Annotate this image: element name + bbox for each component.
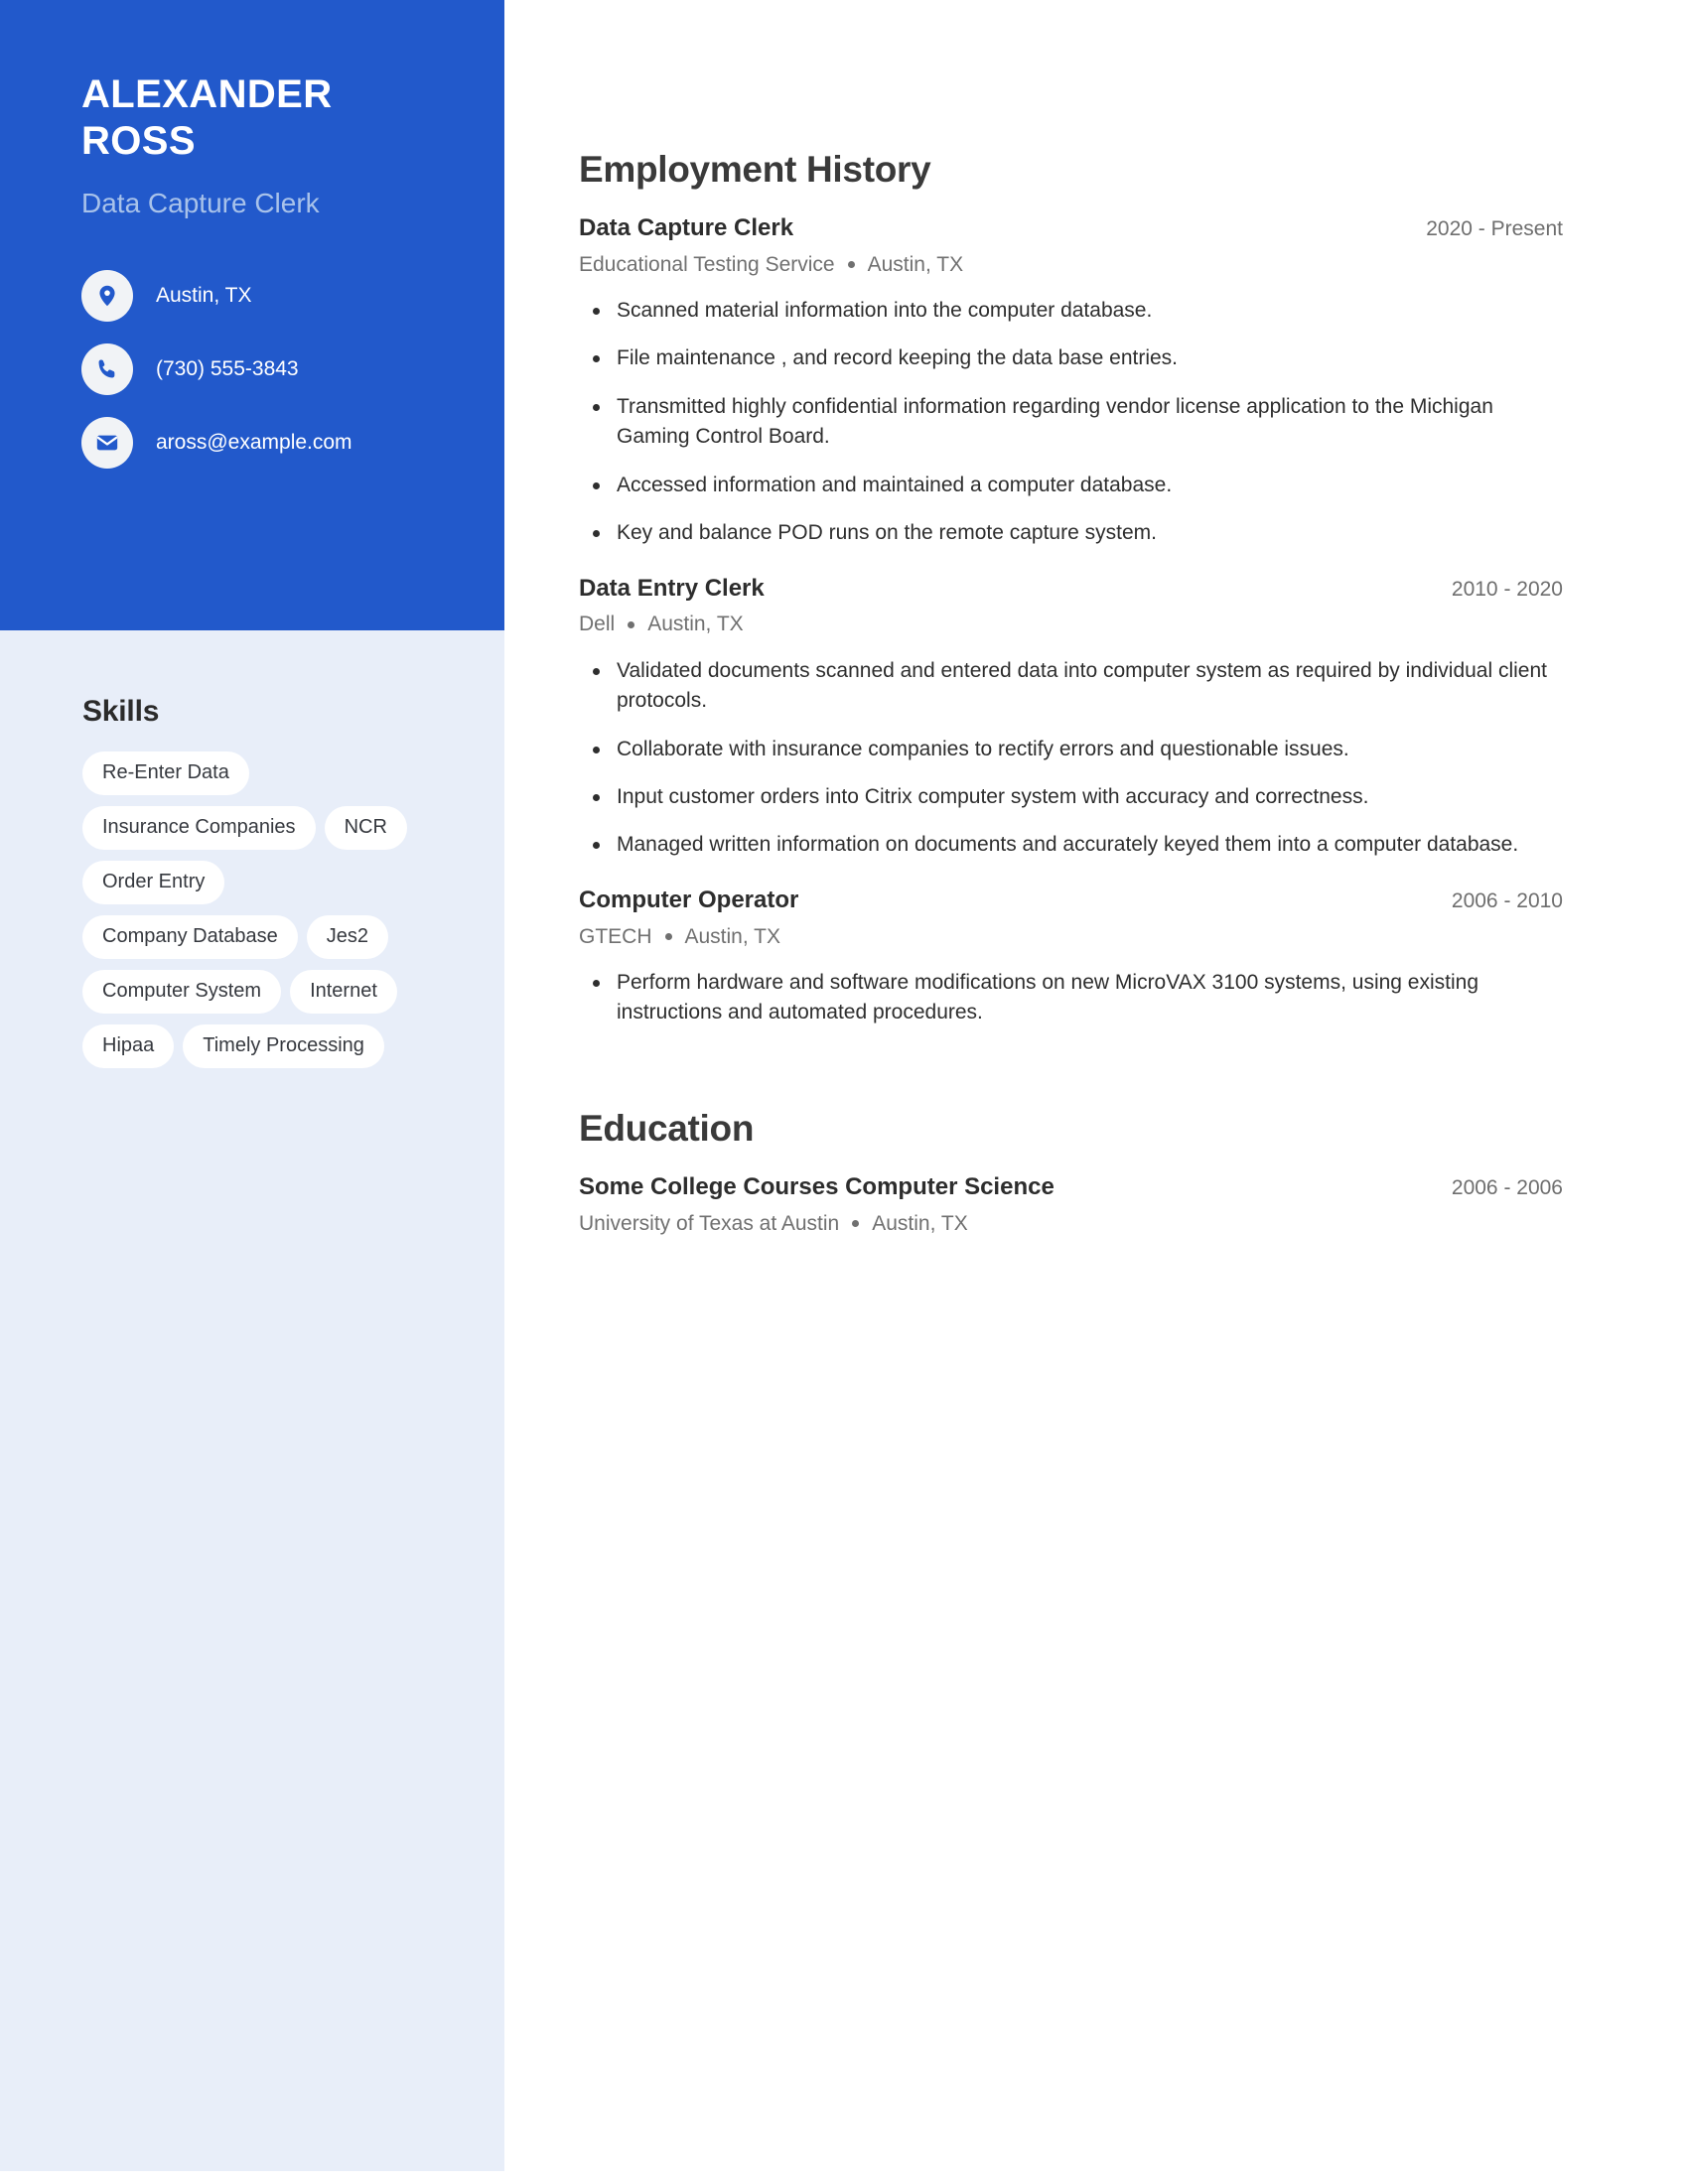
bullet-item: Collaborate with insurance companies to … bbox=[579, 735, 1563, 764]
entry-title: Data Entry Clerk bbox=[579, 574, 765, 602]
meta-separator-dot bbox=[847, 261, 855, 269]
contact-list: Austin, TX (730) 555-3843 aross@example.… bbox=[81, 269, 445, 469]
skills-section: Skills Re-Enter Data Insurance Companies… bbox=[0, 630, 504, 1068]
phone-icon bbox=[81, 342, 133, 395]
entry-title: Computer Operator bbox=[579, 886, 799, 913]
candidate-job-title: Data Capture Clerk bbox=[81, 188, 320, 219]
entry-bullet-list: Validated documents scanned and entered … bbox=[579, 656, 1563, 861]
skill-pill[interactable]: Re-Enter Data bbox=[82, 751, 249, 795]
contact-email-text: aross@example.com bbox=[156, 431, 352, 455]
entry-dates: 2010 - 2020 bbox=[1451, 577, 1563, 601]
sidebar-header: ALEXANDER ROSS Data Capture Clerk Austin… bbox=[0, 0, 504, 630]
meta-separator-dot bbox=[628, 621, 635, 629]
entry-meta: University of Texas at Austin Austin, TX bbox=[579, 1211, 1563, 1237]
bullet-item: Scanned material information into the co… bbox=[579, 296, 1563, 326]
education-section: Education Some College Courses Computer … bbox=[579, 1108, 1563, 1237]
skill-pill[interactable]: Insurance Companies bbox=[82, 806, 316, 850]
contact-item-phone[interactable]: (730) 555-3843 bbox=[81, 342, 445, 395]
contact-item-email[interactable]: aross@example.com bbox=[81, 416, 445, 469]
entry-header: Data Capture Clerk 2020 - Present bbox=[579, 214, 1563, 243]
main-content: Employment History Data Capture Clerk 20… bbox=[504, 0, 1688, 2184]
education-heading: Education bbox=[579, 1107, 755, 1149]
skill-pill[interactable]: Timely Processing bbox=[183, 1024, 384, 1068]
entry-school: University of Texas at Austin bbox=[579, 1211, 840, 1235]
skill-pill[interactable]: Internet bbox=[290, 970, 397, 1014]
bullet-item: Key and balance POD runs on the remote c… bbox=[579, 518, 1563, 548]
skills-pill-list: Re-Enter Data Insurance Companies NCR Or… bbox=[82, 751, 420, 1068]
skill-pill[interactable]: Jes2 bbox=[306, 915, 389, 959]
contact-phone-text: (730) 555-3843 bbox=[156, 357, 299, 381]
entry-location: Austin, TX bbox=[872, 1211, 968, 1235]
employment-entry: Computer Operator 2006 - 2010 GTECH Aust… bbox=[579, 887, 1563, 1028]
skill-pill[interactable]: Order Entry bbox=[82, 861, 225, 904]
entry-meta: GTECH Austin, TX bbox=[579, 924, 1563, 950]
bullet-item: Input customer orders into Citrix comput… bbox=[579, 782, 1563, 812]
meta-separator-dot bbox=[852, 1220, 860, 1228]
resume-page: ALEXANDER ROSS Data Capture Clerk Austin… bbox=[0, 0, 1688, 2184]
employment-history-heading: Employment History bbox=[579, 149, 931, 190]
entry-dates: 2006 - 2006 bbox=[1451, 1175, 1563, 1199]
education-entry: Some College Courses Computer Science 20… bbox=[579, 1173, 1563, 1237]
entry-location: Austin, TX bbox=[684, 924, 781, 948]
entry-header: Some College Courses Computer Science 20… bbox=[579, 1173, 1563, 1202]
skill-pill[interactable]: Company Database bbox=[82, 915, 298, 959]
entry-location: Austin, TX bbox=[647, 613, 744, 636]
entry-header: Data Entry Clerk 2010 - 2020 bbox=[579, 575, 1563, 604]
skill-pill[interactable]: Computer System bbox=[82, 970, 282, 1014]
employment-history-section: Employment History Data Capture Clerk 20… bbox=[579, 149, 1563, 1028]
bullet-item: Transmitted highly confidential informat… bbox=[579, 392, 1563, 453]
entry-meta: Dell Austin, TX bbox=[579, 612, 1563, 637]
entry-bullet-list: Scanned material information into the co… bbox=[579, 296, 1563, 549]
envelope-icon bbox=[81, 416, 133, 469]
entry-title: Data Capture Clerk bbox=[579, 214, 794, 241]
skill-pill[interactable]: Hipaa bbox=[82, 1024, 175, 1068]
entry-company: GTECH bbox=[579, 924, 652, 948]
contact-location-text: Austin, TX bbox=[156, 284, 252, 308]
entry-header: Computer Operator 2006 - 2010 bbox=[579, 887, 1563, 915]
entry-location: Austin, TX bbox=[867, 252, 964, 276]
candidate-name: ALEXANDER ROSS bbox=[81, 72, 333, 164]
employment-entry: Data Capture Clerk 2020 - Present Educat… bbox=[579, 214, 1563, 549]
entry-company: Educational Testing Service bbox=[579, 252, 835, 276]
sidebar: ALEXANDER ROSS Data Capture Clerk Austin… bbox=[0, 0, 504, 2171]
entry-bullet-list: Perform hardware and software modificati… bbox=[579, 968, 1563, 1028]
contact-item-location[interactable]: Austin, TX bbox=[81, 269, 445, 322]
entry-title: Some College Courses Computer Science bbox=[579, 1172, 1055, 1200]
meta-separator-dot bbox=[664, 933, 672, 941]
bullet-item: Perform hardware and software modificati… bbox=[579, 968, 1563, 1028]
entry-dates: 2006 - 2010 bbox=[1451, 888, 1563, 912]
skills-heading: Skills bbox=[82, 695, 160, 728]
bullet-item: Accessed information and maintained a co… bbox=[579, 471, 1563, 500]
entry-meta: Educational Testing Service Austin, TX bbox=[579, 252, 1563, 278]
entry-dates: 2020 - Present bbox=[1426, 217, 1563, 240]
location-pin-icon bbox=[81, 269, 133, 322]
bullet-item: Validated documents scanned and entered … bbox=[579, 656, 1563, 717]
skill-pill[interactable]: NCR bbox=[324, 806, 407, 850]
bullet-item: Managed written information on documents… bbox=[579, 830, 1563, 860]
entry-company: Dell bbox=[579, 613, 616, 636]
bullet-item: File maintenance , and record keeping th… bbox=[579, 343, 1563, 373]
employment-entry: Data Entry Clerk 2010 - 2020 Dell Austin… bbox=[579, 575, 1563, 861]
